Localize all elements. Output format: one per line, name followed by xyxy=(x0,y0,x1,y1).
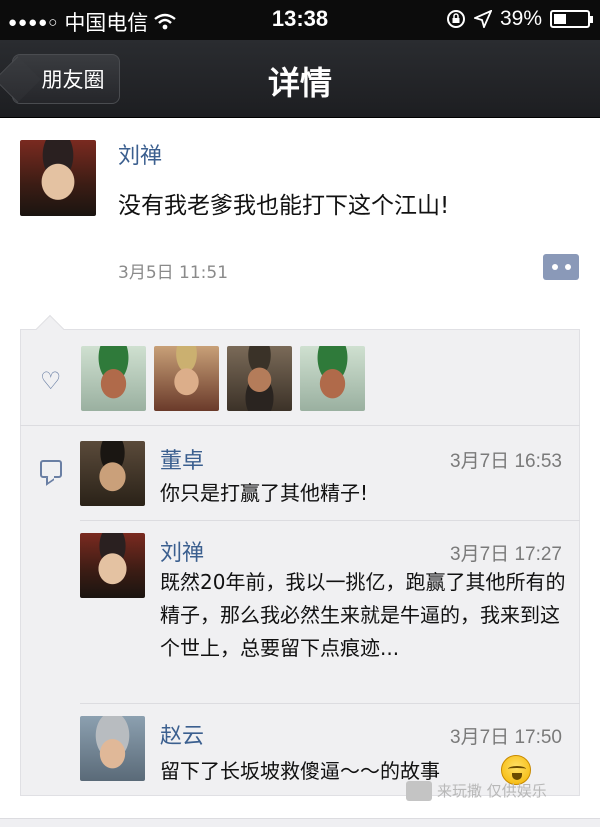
post-author-name[interactable]: 刘禅 xyxy=(118,138,162,170)
status-bar: ●●●●○ 中国电信 13:38 39% xyxy=(0,0,600,40)
heart-icon: ♡ xyxy=(40,367,62,395)
watermark: 来玩撒 仅供娱乐 xyxy=(406,780,547,801)
battery-icon xyxy=(550,10,593,28)
like-avatar-guan-yu-2[interactable] xyxy=(300,346,365,411)
post-timestamp: 3月5日 11:51 xyxy=(118,263,229,283)
watermark-text: 来玩撒 仅供娱乐 xyxy=(437,782,547,800)
like-avatar-bearded-general[interactable] xyxy=(227,346,292,411)
battery-percent: 39% xyxy=(499,7,542,30)
location-arrow-icon xyxy=(473,10,492,28)
post-author-avatar[interactable] xyxy=(20,140,96,216)
comment-text: 你只是打赢了其他精子! xyxy=(160,481,369,505)
comment-timestamp: 3月7日 17:27 xyxy=(450,544,562,565)
post-text: 没有我老爹我也能打下这个江山! xyxy=(118,193,450,219)
status-right: 39% xyxy=(446,7,593,31)
battery-level xyxy=(554,14,566,24)
comment-avatar[interactable] xyxy=(80,441,145,506)
like-avatar-young-general[interactable] xyxy=(154,346,219,411)
like-avatar-guan-yu[interactable] xyxy=(81,346,146,411)
comment-author[interactable]: 赵云 xyxy=(160,718,204,750)
navigation-bar: 朋友圈 详情 xyxy=(0,40,600,118)
page-title: 详情 xyxy=(267,64,332,102)
comment-timestamp: 3月7日 17:50 xyxy=(450,727,562,748)
comment-icon xyxy=(40,460,62,478)
comment-author[interactable]: 董卓 xyxy=(160,443,204,475)
bottom-edge xyxy=(0,818,600,827)
comment-avatar[interactable] xyxy=(80,716,145,781)
comment-text: 既然20年前，我以一挑亿，跑赢了其他所有的精子，那么我必然生来就是牛逼的，我来到… xyxy=(160,570,566,660)
comment-separator xyxy=(80,520,580,521)
comment-separator xyxy=(80,703,580,704)
comment-author[interactable]: 刘禅 xyxy=(160,535,204,567)
likes-divider xyxy=(20,425,580,426)
watermark-logo-icon xyxy=(406,780,432,801)
orientation-lock-icon xyxy=(446,10,465,28)
comment-avatar[interactable] xyxy=(80,533,145,598)
comment-timestamp: 3月7日 16:53 xyxy=(450,451,562,472)
more-dots-icon[interactable] xyxy=(543,254,579,280)
